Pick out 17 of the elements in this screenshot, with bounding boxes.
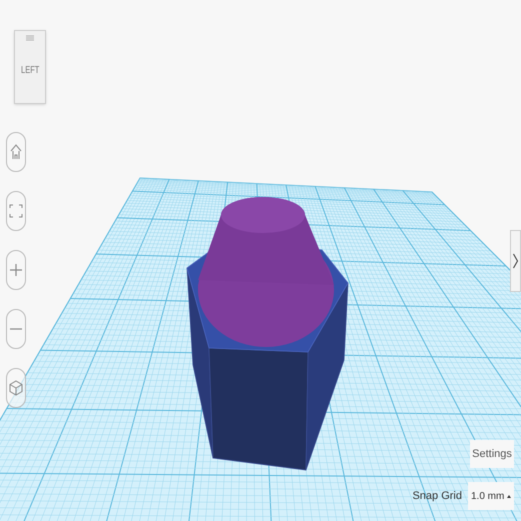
- snap-grid-dropdown[interactable]: 1.0 mm: [468, 482, 514, 510]
- view-control-button[interactable]: [6, 132, 26, 172]
- view-control-button[interactable]: [6, 309, 26, 349]
- view-cube-top-icon: [25, 35, 35, 41]
- fit-view-icon: [9, 204, 23, 218]
- home-icon: [10, 144, 22, 160]
- settings-button[interactable]: Settings: [470, 440, 514, 468]
- view-control-button[interactable]: [6, 191, 26, 231]
- view-cube[interactable]: LEFT: [14, 30, 46, 104]
- view-control-button[interactable]: [6, 250, 26, 290]
- plus-icon: [9, 263, 23, 277]
- view-cube-face-label: LEFT: [20, 64, 40, 78]
- cube-icon: [9, 380, 23, 396]
- view-control-button[interactable]: [6, 368, 26, 408]
- chevron-right-icon: [513, 253, 518, 269]
- caret-icon: [507, 494, 511, 498]
- side-panel-toggle[interactable]: [510, 230, 521, 292]
